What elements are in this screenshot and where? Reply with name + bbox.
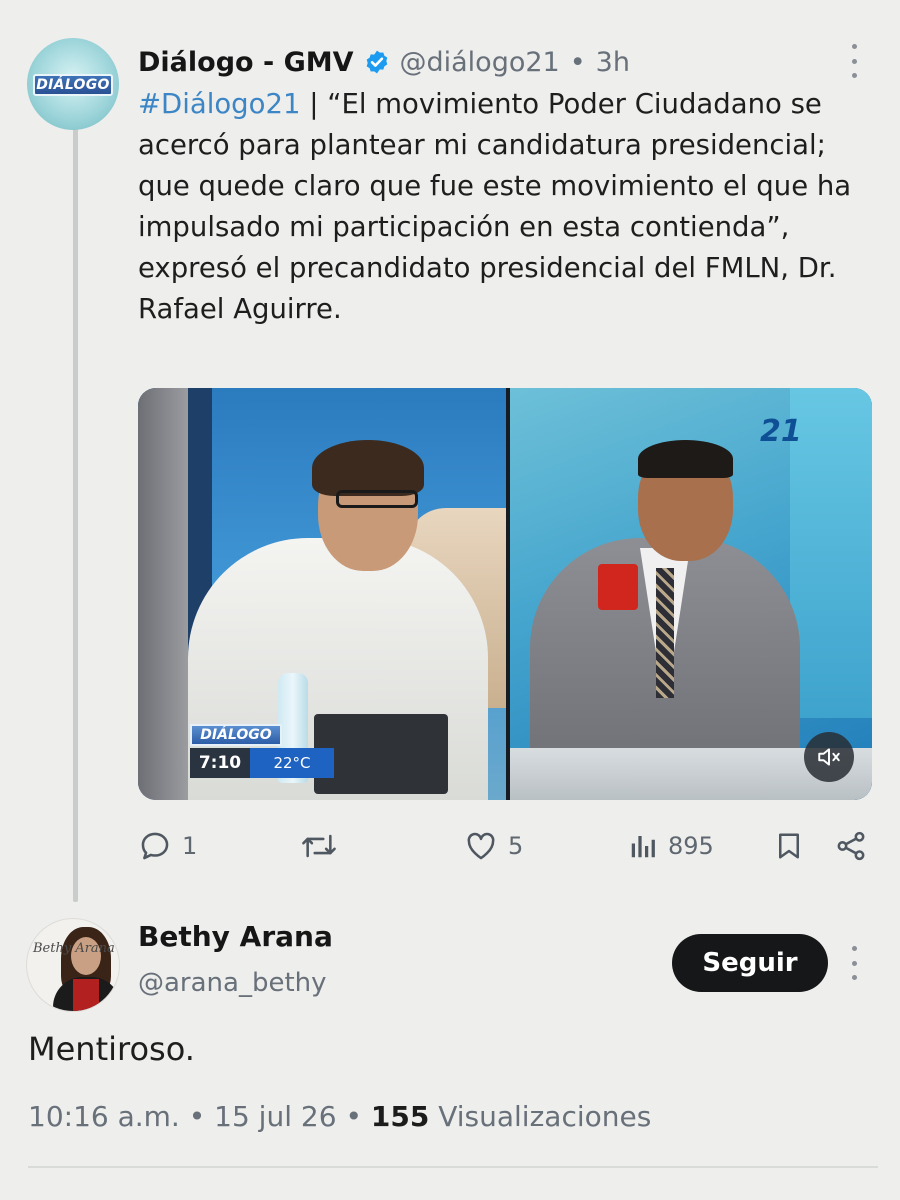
lower-third-time: 7:10 bbox=[190, 748, 250, 778]
tweet-time[interactable]: 3h bbox=[596, 47, 630, 78]
divider bbox=[28, 1166, 878, 1168]
retweet-icon bbox=[302, 834, 336, 858]
reply-icon bbox=[141, 832, 169, 860]
reply-views-label[interactable]: Visualizaciones bbox=[438, 1100, 651, 1133]
reply-views-count: 155 bbox=[370, 1100, 430, 1133]
meta-separator: • bbox=[188, 1100, 206, 1133]
reply-author-handle[interactable]: @arana_bethy bbox=[138, 968, 327, 998]
lower-third-logo: DIÁLOGO bbox=[190, 724, 282, 746]
author-handle[interactable]: @diálogo21 bbox=[400, 47, 560, 78]
retweet-button[interactable] bbox=[300, 826, 348, 866]
channel-logo: 21 bbox=[760, 414, 802, 449]
thread-line bbox=[73, 122, 78, 902]
reply-count: 1 bbox=[182, 832, 198, 860]
like-button[interactable]: 5 bbox=[464, 826, 523, 866]
reply-more-icon[interactable] bbox=[847, 946, 861, 980]
reply-time[interactable]: 10:16 a.m. bbox=[28, 1100, 180, 1133]
reply-author-name[interactable]: Bethy Arana bbox=[138, 920, 333, 953]
views-count: 895 bbox=[668, 832, 714, 860]
tweet-header: Diálogo - GMV @diálogo21 • 3h bbox=[138, 42, 630, 82]
video-lower-third: DIÁLOGO 7:10 22°C bbox=[190, 724, 338, 782]
views-button[interactable]: 895 bbox=[628, 826, 714, 866]
tweet-text: #Diálogo21 | “El movimiento Poder Ciudad… bbox=[138, 84, 878, 330]
separator-dot: • bbox=[569, 46, 586, 78]
tweet-body: | “El movimiento Poder Ciudadano se acer… bbox=[138, 88, 852, 325]
more-icon[interactable] bbox=[847, 44, 861, 78]
share-button[interactable] bbox=[834, 826, 868, 866]
tweet-video[interactable]: 21 DIÁLOGO 7:10 22°C bbox=[138, 388, 872, 800]
reply-avatar[interactable]: Bethy Arana bbox=[26, 918, 120, 1012]
hashtag-link[interactable]: #Diálogo21 bbox=[138, 88, 300, 120]
lower-third-temp: 22°C bbox=[250, 748, 334, 778]
share-icon bbox=[837, 831, 865, 861]
avatar-logo: DIÁLOGO bbox=[33, 74, 113, 96]
meta-separator: • bbox=[345, 1100, 362, 1133]
bookmark-button[interactable] bbox=[774, 826, 804, 866]
bookmark-icon bbox=[779, 833, 799, 859]
mute-icon[interactable] bbox=[804, 732, 854, 782]
action-bar: 1 5 895 bbox=[138, 826, 878, 866]
like-count: 5 bbox=[508, 832, 524, 860]
follow-button[interactable]: Seguir bbox=[672, 934, 828, 992]
author-name[interactable]: Diálogo - GMV bbox=[138, 47, 354, 78]
views-icon bbox=[631, 836, 655, 858]
reply-date[interactable]: 15 jul 26 bbox=[214, 1100, 336, 1133]
like-icon bbox=[467, 832, 495, 860]
author-avatar[interactable]: DIÁLOGO bbox=[27, 38, 119, 130]
reply-text: Mentiroso. bbox=[28, 1030, 195, 1068]
reply-button[interactable]: 1 bbox=[138, 826, 197, 866]
reply-meta: 10:16 a.m. • 15 jul 26 • 155 Visualizaci… bbox=[28, 1100, 651, 1133]
verified-badge-icon bbox=[366, 50, 387, 74]
avatar-signature: Bethy Arana bbox=[33, 941, 115, 956]
